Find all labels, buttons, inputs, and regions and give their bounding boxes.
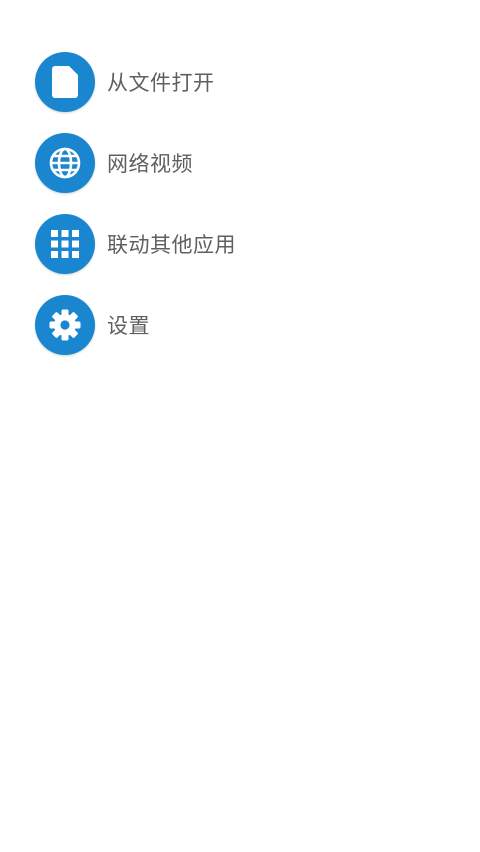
menu-item-label: 网络视频 — [107, 152, 193, 176]
menu-item-label: 设置 — [107, 314, 150, 338]
menu-item-settings[interactable]: 设置 — [35, 294, 455, 356]
apps-grid-icon — [35, 214, 95, 274]
menu-item-link-other-apps[interactable]: 联动其他应用 — [35, 213, 455, 275]
gear-icon — [35, 295, 95, 355]
globe-icon — [35, 133, 95, 193]
menu-item-label: 联动其他应用 — [107, 233, 236, 257]
menu-item-label: 从文件打开 — [107, 71, 215, 95]
menu-item-open-file[interactable]: 从文件打开 — [35, 51, 455, 113]
menu-item-network-video[interactable]: 网络视频 — [35, 132, 455, 194]
file-icon — [35, 52, 95, 112]
